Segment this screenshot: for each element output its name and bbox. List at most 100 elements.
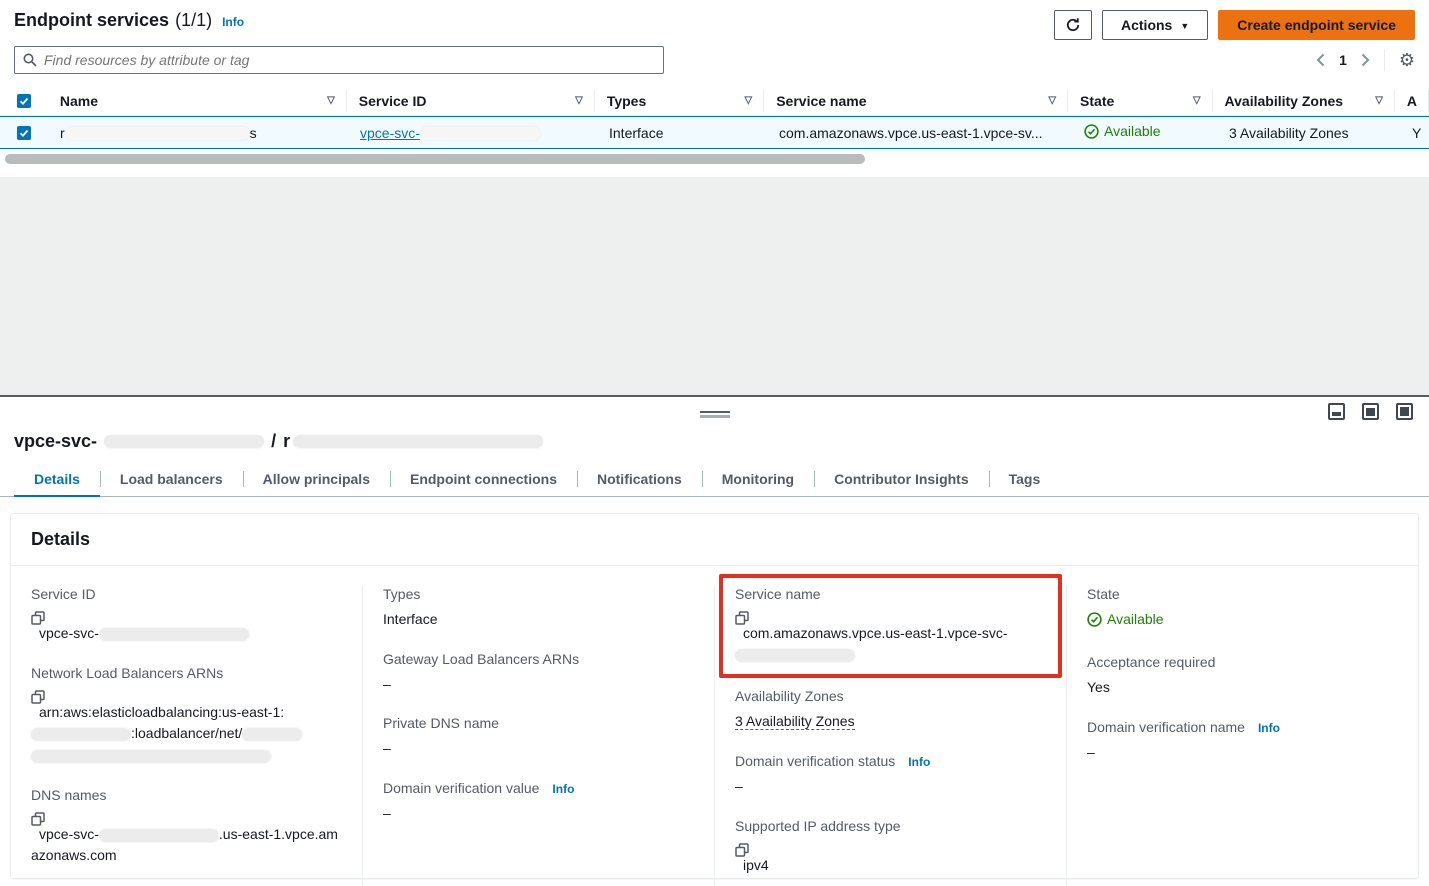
- column-header-acceptance-label: A: [1407, 93, 1417, 109]
- dns-name-prefix: vpce-svc-: [39, 826, 99, 842]
- create-endpoint-service-button[interactable]: Create endpoint service: [1218, 10, 1415, 40]
- column-header-types-label: Types: [607, 93, 646, 109]
- tab-tags[interactable]: Tags: [989, 464, 1061, 496]
- column-header-acceptance-cut[interactable]: A: [1395, 90, 1429, 112]
- tab-monitoring[interactable]: Monitoring: [702, 464, 814, 496]
- horizontal-scrollbar[interactable]: [0, 154, 1429, 164]
- tab-contributor-insights[interactable]: Contributor Insights: [814, 464, 989, 496]
- copy-icon[interactable]: [31, 611, 342, 625]
- service-id-prefix: vpce-svc-: [360, 125, 420, 141]
- search-input[interactable]: [44, 52, 655, 68]
- sort-icon[interactable]: ▽: [327, 95, 335, 106]
- table-header-row: Name ▽ Service ID ▽ Types ▽ Service name…: [0, 86, 1429, 116]
- row-service-name-cell: com.amazonaws.vpce.us-east-1.vpce-sv...: [767, 125, 1072, 141]
- panel-size-medium-icon[interactable]: [1362, 403, 1379, 420]
- row-name-prefix: r: [60, 125, 65, 141]
- current-page-number[interactable]: 1: [1339, 52, 1347, 68]
- tab-allow-principals[interactable]: Allow principals: [243, 464, 390, 496]
- field-label: Gateway Load Balancers ARNs: [383, 651, 694, 667]
- copy-icon[interactable]: [735, 611, 1046, 625]
- field-domain-verification-status: Domain verification status Info –: [735, 753, 1046, 798]
- field-state: State Available: [1087, 586, 1398, 634]
- field-label: State: [1087, 586, 1398, 602]
- column-header-availability-zones[interactable]: Availability Zones ▽: [1213, 90, 1395, 112]
- field-private-dns: Private DNS name –: [383, 715, 694, 760]
- field-value: Yes: [1087, 677, 1398, 699]
- row-checkbox-cell: [0, 126, 48, 140]
- panel-size-full-icon[interactable]: [1396, 403, 1413, 420]
- copy-icon[interactable]: [31, 690, 342, 704]
- sort-icon[interactable]: ▽: [1048, 95, 1056, 106]
- scrollbar-thumb[interactable]: [5, 154, 865, 164]
- availability-zones-popover-link[interactable]: 3 Availability Zones: [735, 713, 855, 730]
- field-label: Domain verification value: [383, 780, 539, 796]
- sort-icon[interactable]: ▽: [745, 95, 753, 106]
- column-header-name[interactable]: Name ▽: [48, 90, 347, 112]
- row-name-cell: rs: [48, 125, 348, 141]
- page-previous-button[interactable]: [1316, 53, 1325, 67]
- service-id-link[interactable]: vpce-svc-: [360, 125, 540, 141]
- service-name-value-prefix: com.amazonaws.vpce.us-east-1.vpce-svc-: [743, 625, 1008, 641]
- column-header-service-name[interactable]: Service name ▽: [764, 90, 1068, 112]
- info-link[interactable]: Info: [908, 755, 930, 769]
- field-value: Interface: [383, 609, 694, 631]
- tab-notifications[interactable]: Notifications: [577, 464, 702, 496]
- availability-zones-popover-link[interactable]: 3 Availability Zones: [1229, 125, 1349, 141]
- tab-load-balancers[interactable]: Load balancers: [100, 464, 243, 496]
- row-checkbox[interactable]: [17, 126, 31, 140]
- panel-resize-handle[interactable]: [700, 411, 730, 418]
- field-dns-names: DNS names vpce-svc-.us-east-1.vpce.amazo…: [31, 787, 342, 867]
- redacted-text: [104, 435, 264, 448]
- copy-icon[interactable]: [735, 843, 1046, 857]
- field-value: –: [383, 803, 694, 825]
- sort-icon[interactable]: ▽: [1375, 95, 1383, 106]
- select-all-checkbox[interactable]: [17, 94, 31, 108]
- field-label: Availability Zones: [735, 688, 1046, 704]
- details-column-1: Service ID vpce-svc- Network Load Balanc…: [11, 586, 362, 886]
- panel-title: vpce-svc- / r: [0, 397, 1429, 452]
- column-header-types[interactable]: Types ▽: [595, 90, 764, 112]
- redacted-text: [293, 435, 543, 448]
- row-name-suffix: s: [250, 125, 257, 141]
- panel-size-small-icon[interactable]: [1328, 403, 1345, 420]
- search-box[interactable]: [14, 46, 664, 74]
- field-label: Private DNS name: [383, 715, 694, 731]
- field-label: Acceptance required: [1087, 654, 1398, 670]
- pagination: 1 ⚙: [1316, 49, 1415, 71]
- redacted-text: [242, 728, 302, 741]
- field-value: com.amazonaws.vpce.us-east-1.vpce-svc-: [735, 609, 1046, 666]
- page-title-text: Endpoint services: [14, 10, 169, 31]
- header-info-link[interactable]: Info: [222, 15, 244, 29]
- table-settings-gear-icon[interactable]: ⚙: [1399, 51, 1415, 69]
- row-acceptance-cell-cut: Y: [1400, 125, 1429, 141]
- table-row[interactable]: rs vpce-svc- Interface com.amazonaws.vpc…: [0, 116, 1429, 149]
- info-link[interactable]: Info: [552, 782, 574, 796]
- nlb-arn-line2-mid: :loadbalancer/net/: [131, 725, 242, 741]
- column-header-service-id-label: Service ID: [359, 93, 427, 109]
- column-header-service-id[interactable]: Service ID ▽: [347, 90, 595, 112]
- page-next-button[interactable]: [1361, 53, 1370, 67]
- check-circle-icon: [1084, 124, 1099, 139]
- service-id-value-prefix: vpce-svc-: [39, 625, 99, 641]
- tab-details[interactable]: Details: [14, 464, 100, 496]
- field-value: ipv4: [743, 857, 769, 873]
- field-label: Service ID: [31, 586, 342, 602]
- info-link[interactable]: Info: [1258, 721, 1280, 735]
- refresh-icon: [1065, 17, 1081, 33]
- details-card-heading: Details: [11, 514, 1418, 566]
- tab-endpoint-connections[interactable]: Endpoint connections: [390, 464, 577, 496]
- status-badge: Available: [1087, 609, 1164, 631]
- page-header: Endpoint services (1/1) Info Actions ▼ C…: [0, 0, 1429, 40]
- actions-button[interactable]: Actions ▼: [1102, 10, 1208, 40]
- search-row: 1 ⚙: [0, 40, 1429, 74]
- state-value: Available: [1107, 609, 1164, 631]
- copy-icon[interactable]: [31, 812, 342, 826]
- header-actions: Actions ▼ Create endpoint service: [1054, 10, 1415, 40]
- column-header-az-label: Availability Zones: [1225, 93, 1344, 109]
- sort-icon[interactable]: ▽: [1193, 95, 1201, 106]
- column-header-state[interactable]: State ▽: [1068, 90, 1213, 112]
- field-value: vpce-svc-: [31, 609, 342, 645]
- refresh-button[interactable]: [1054, 10, 1092, 40]
- select-all-checkbox-cell: [0, 90, 48, 112]
- sort-icon[interactable]: ▽: [575, 95, 583, 106]
